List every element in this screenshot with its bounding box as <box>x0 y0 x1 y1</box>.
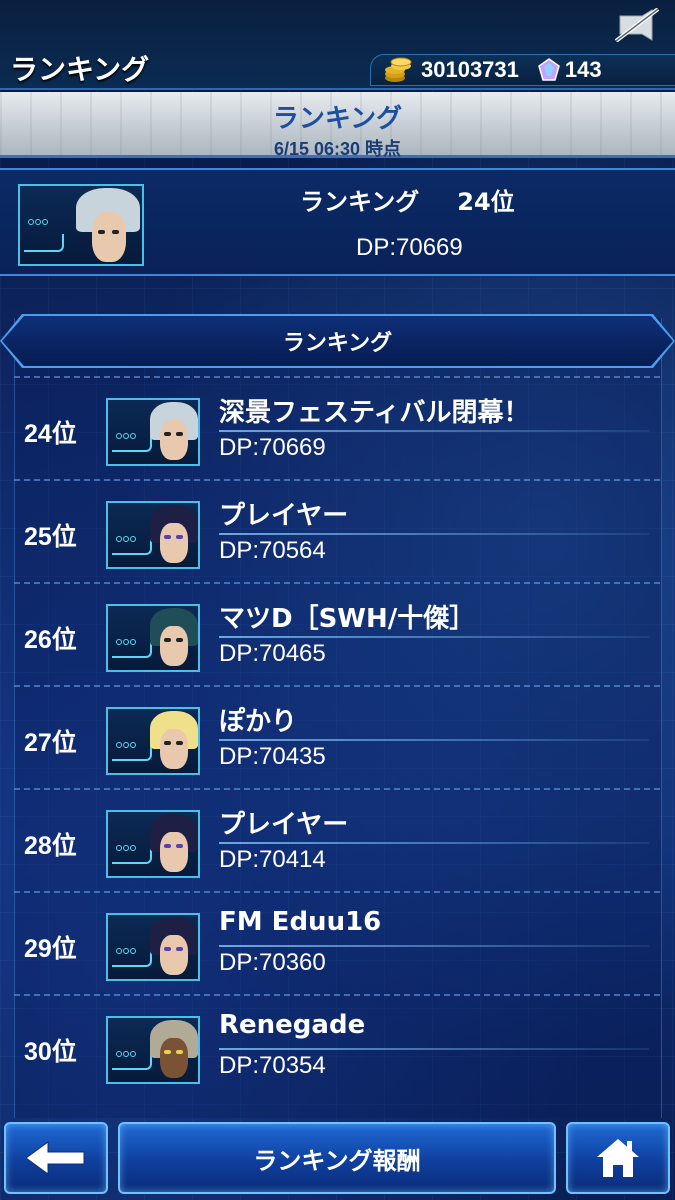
ranking-row[interactable]: 26位 マツD［SWH/十傑］ DP:70465 <box>14 582 660 685</box>
row-rank: 27位 <box>24 729 77 757</box>
back-arrow-icon <box>26 1141 85 1175</box>
player-avatar <box>106 604 200 672</box>
player-dp: DP:70564 <box>219 537 326 564</box>
home-icon <box>597 1139 639 1177</box>
bottom-bar: ランキング報酬 <box>0 1118 675 1200</box>
ranking-list[interactable]: 24位 深景フェスティバル閉幕！ DP:70669 25位 プレイヤー DP:7… <box>14 376 660 1097</box>
ranking-list-title: ランキング <box>282 331 393 356</box>
player-avatar <box>106 398 200 466</box>
player-avatar <box>106 913 200 981</box>
ranking-row[interactable]: 29位 FM Eduu16 DP:70360 <box>14 891 660 994</box>
player-avatar <box>106 810 200 878</box>
top-bar: ランキング 30103731 143 <box>0 0 675 90</box>
player-dp: DP:70414 <box>219 846 326 873</box>
ranking-row[interactable]: 28位 プレイヤー DP:70414 <box>14 788 660 891</box>
ranking-reward-button[interactable]: ランキング報酬 <box>118 1122 556 1194</box>
banner-title: ランキング <box>272 104 403 134</box>
player-name: プレイヤー <box>219 810 349 840</box>
row-rank: 26位 <box>24 626 77 654</box>
player-name: Renegade <box>219 1010 366 1040</box>
my-ranking-summary: ランキング 24位 DP:70669 <box>0 168 675 276</box>
player-avatar <box>106 501 200 569</box>
row-rank: 25位 <box>24 523 77 551</box>
my-rank-label: ランキング <box>300 188 420 216</box>
player-name: FM Eduu16 <box>219 907 382 937</box>
row-rank: 30位 <box>24 1038 77 1066</box>
row-rank: 24位 <box>24 420 77 448</box>
ranking-reward-label: ランキング報酬 <box>253 1146 421 1175</box>
my-dp: DP:70669 <box>356 234 463 261</box>
home-button[interactable] <box>566 1122 670 1194</box>
currency-display: 30103731 143 <box>370 54 675 86</box>
player-name: マツD［SWH/十傑］ <box>219 604 476 634</box>
player-dp: DP:70360 <box>219 949 326 976</box>
ranking-row[interactable]: 25位 プレイヤー DP:70564 <box>14 479 660 582</box>
screen-title: ランキング <box>10 53 150 86</box>
banner-timestamp: 6/15 06:30 時点 <box>273 139 402 159</box>
player-avatar <box>106 1016 200 1084</box>
player-name: ぽかり <box>219 707 298 737</box>
ranking-banner: ランキング 6/15 06:30 時点 <box>0 92 675 159</box>
player-name: プレイヤー <box>219 501 349 531</box>
row-rank: 29位 <box>24 935 77 963</box>
my-rank: ランキング 24位 <box>300 182 515 217</box>
player-dp: DP:70354 <box>219 1052 326 1079</box>
player-dp: DP:70435 <box>219 743 326 770</box>
gold-coin-icon <box>385 57 412 82</box>
ranking-list-header: ランキング <box>2 316 673 366</box>
row-rank: 28位 <box>24 832 77 860</box>
player-dp: DP:70465 <box>219 640 326 667</box>
my-rank-value: 24位 <box>457 188 515 216</box>
ranking-row[interactable]: 30位 Renegade DP:70354 <box>14 994 660 1097</box>
sound-toggle-button[interactable] <box>613 6 661 44</box>
my-avatar <box>18 184 144 266</box>
ranking-row[interactable]: 24位 深景フェスティバル閉幕！ DP:70669 <box>14 376 660 479</box>
gem-amount: 143 <box>564 57 602 82</box>
player-avatar <box>106 707 200 775</box>
back-button[interactable] <box>4 1122 108 1194</box>
ranking-row[interactable]: 27位 ぽかり DP:70435 <box>14 685 660 788</box>
gold-amount: 30103731 <box>421 57 519 82</box>
sound-off-icon <box>614 8 660 42</box>
player-dp: DP:70669 <box>219 434 326 461</box>
player-name: 深景フェスティバル閉幕！ <box>219 398 530 428</box>
gem-icon <box>538 58 560 81</box>
